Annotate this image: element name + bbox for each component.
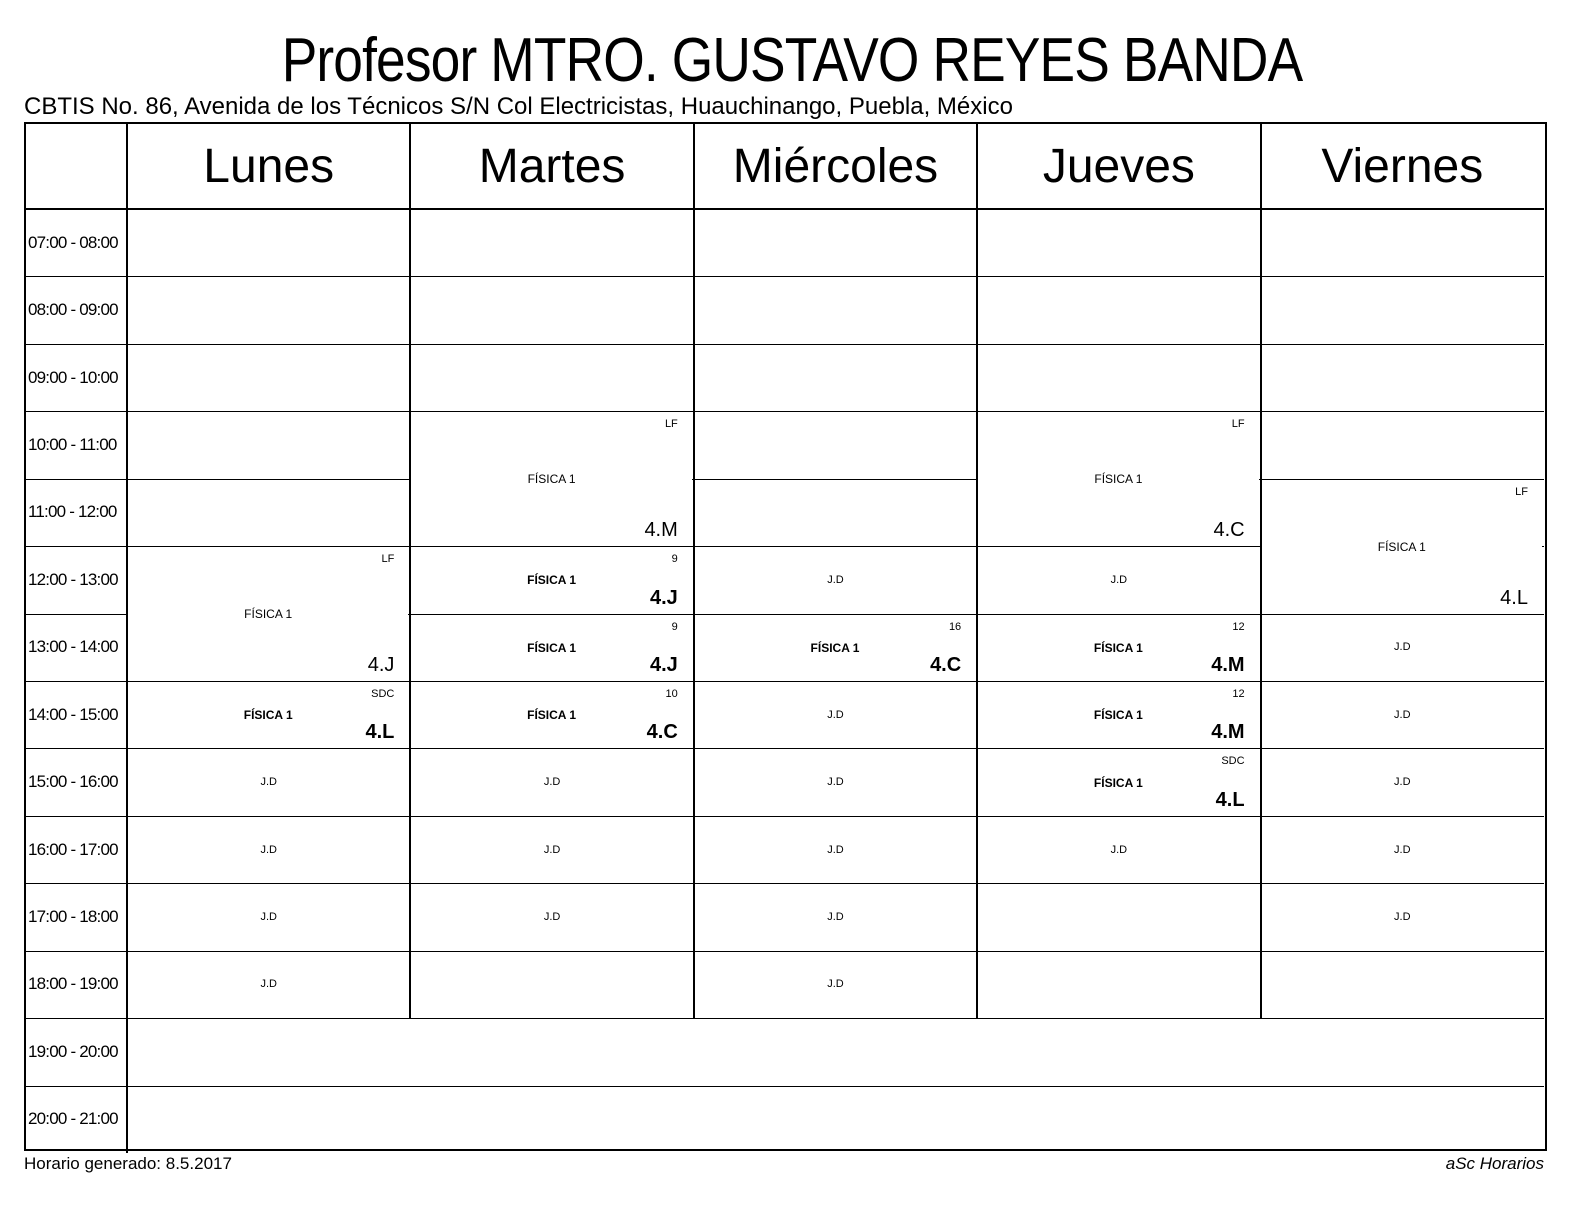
lesson-group: 4.M (1211, 654, 1245, 676)
time-slot-label: 16:00 - 17:00 (28, 839, 119, 859)
lesson-room: SDC (1221, 755, 1245, 768)
lesson-group: 4.C (1213, 519, 1245, 542)
lesson-subject: FÍSICA 1 (527, 640, 577, 655)
time-slot-label: 14:00 - 15:00 (28, 704, 119, 724)
lesson-room: 9 (671, 553, 678, 566)
duty-label: J.D (827, 911, 844, 923)
lesson-room: LF (664, 418, 678, 431)
duty-label: J.D (260, 978, 277, 991)
duty-label: J.D (543, 911, 561, 923)
lesson-subject: FÍSICA 1 (810, 640, 860, 655)
lesson-subject: FÍSICA 1 (243, 708, 293, 723)
time-slot-label: 07:00 - 08:00 (28, 232, 119, 252)
lesson-cell[interactable]: LF FÍSICA 1 4.M (411, 411, 692, 547)
lesson-room: 12 (1232, 688, 1245, 700)
duty-label: J.D (1110, 843, 1128, 856)
lesson-cell[interactable]: 16 FÍSICA 1 4.C (694, 613, 976, 681)
duty-label: J.D (827, 843, 844, 856)
lesson-cell[interactable]: LF FÍSICA 1 4.J (128, 546, 409, 681)
lesson-room: 12 (1232, 620, 1245, 633)
generated-date: Horario generado: 8.5.2017 (24, 1154, 232, 1173)
lesson-subject: FÍSICA 1 (1093, 708, 1143, 723)
duty-label: J.D (827, 978, 844, 991)
day-header: Viernes (1321, 140, 1484, 193)
lesson-cell[interactable]: SDC FÍSICA 1 4.L (128, 681, 409, 749)
time-slot-label: 09:00 - 10:00 (28, 367, 119, 387)
duty-label: J.D (827, 776, 844, 789)
lesson-cell[interactable]: 10 FÍSICA 1 4.C (411, 681, 692, 749)
lesson-group: 4.J (649, 654, 678, 676)
duty-label: J.D (543, 843, 561, 856)
lesson-room: LF (1231, 418, 1245, 431)
duty-label: J.D (543, 776, 561, 789)
brand-label: aSc Horarios (1445, 1154, 1544, 1173)
school-address: CBTIS No. 86, Avenida de los Técnicos S/… (24, 93, 1013, 120)
lesson-subject: FÍSICA 1 (1377, 539, 1426, 554)
lesson-subject: FÍSICA 1 (1093, 640, 1143, 655)
time-slot-label: 15:00 - 16:00 (28, 772, 119, 792)
duty-label: J.D (1394, 911, 1411, 923)
lesson-subject: FÍSICA 1 (527, 472, 576, 487)
duty-label: J.D (260, 776, 277, 789)
duty-label: J.D (1394, 776, 1411, 789)
lesson-cell[interactable]: LF FÍSICA 1 4.L (1261, 478, 1542, 614)
day-header: Martes (478, 140, 626, 193)
lesson-group: 4.J (649, 586, 678, 609)
lesson-group: 4.L (1215, 788, 1245, 811)
duty-label: J.D (260, 843, 277, 856)
grid-row-line (26, 411, 1544, 413)
time-slot-label: 20:00 - 21:00 (28, 1109, 119, 1129)
lesson-cell[interactable]: SDC FÍSICA 1 4.L (978, 748, 1259, 816)
lesson-group: 4.J (367, 654, 395, 676)
lesson-subject: FÍSICA 1 (527, 708, 577, 723)
time-slot-label: 12:00 - 13:00 (28, 569, 119, 589)
lesson-cell[interactable]: 9 FÍSICA 1 4.J (411, 546, 692, 614)
grid-row-line (26, 343, 1544, 345)
day-header: Lunes (203, 140, 335, 193)
lesson-group: 4.C (930, 654, 962, 676)
lesson-cell[interactable]: 12 FÍSICA 1 4.M (978, 681, 1259, 749)
lesson-room: LF (1515, 485, 1528, 498)
time-slot-label: 08:00 - 09:00 (28, 300, 119, 320)
duty-label: J.D (1394, 708, 1411, 721)
lesson-subject: FÍSICA 1 (244, 607, 293, 622)
lesson-group: 4.L (365, 721, 395, 744)
time-slot-label: 17:00 - 18:00 (28, 907, 119, 926)
timetable-grid: Lunes Martes Miércoles Jueves Viernes 07:00 -… (24, 122, 1547, 1153)
time-slot-label: 18:00 - 19:00 (28, 974, 119, 994)
page-title: Profesor MTRO. GUSTAVO REYES BANDA (281, 26, 1303, 95)
grid-row-line (26, 276, 1544, 278)
lesson-cell[interactable]: 9 FÍSICA 1 4.J (411, 613, 692, 681)
lesson-subject: FÍSICA 1 (527, 573, 577, 588)
lesson-subject: FÍSICA 1 (1093, 775, 1143, 790)
grid-row-line (26, 1085, 1544, 1087)
lesson-room: 10 (665, 688, 678, 700)
duty-label: J.D (260, 911, 277, 923)
lesson-cell[interactable]: 12 FÍSICA 1 4.M (978, 613, 1259, 681)
lesson-group: 4.M (644, 519, 678, 542)
day-header: Jueves (1042, 140, 1195, 193)
day-header: Miércoles (732, 140, 939, 193)
lesson-group: 4.C (646, 721, 678, 744)
grid-row-line (26, 1018, 1544, 1020)
lesson-room: 16 (948, 620, 962, 633)
lesson-room: LF (381, 553, 395, 566)
time-slot-label: 11:00 - 12:00 (28, 502, 117, 522)
lesson-subject: FÍSICA 1 (1094, 472, 1143, 487)
time-slot-label: 19:00 - 20:00 (28, 1041, 119, 1061)
lesson-group: 4.M (1211, 721, 1245, 744)
duty-label: J.D (1394, 843, 1411, 856)
lesson-group: 4.L (1500, 586, 1528, 609)
duty-label: J.D (1110, 573, 1128, 586)
duty-label: J.D (827, 708, 844, 721)
duty-label: J.D (827, 573, 844, 586)
lesson-room: SDC (371, 688, 395, 700)
time-slot-label: 10:00 - 11:00 (28, 434, 117, 454)
lesson-room: 9 (671, 620, 678, 633)
time-slot-label: 13:00 - 14:00 (28, 637, 119, 657)
duty-label: J.D (1394, 641, 1411, 654)
lesson-cell[interactable]: LF FÍSICA 1 4.C (978, 411, 1259, 547)
